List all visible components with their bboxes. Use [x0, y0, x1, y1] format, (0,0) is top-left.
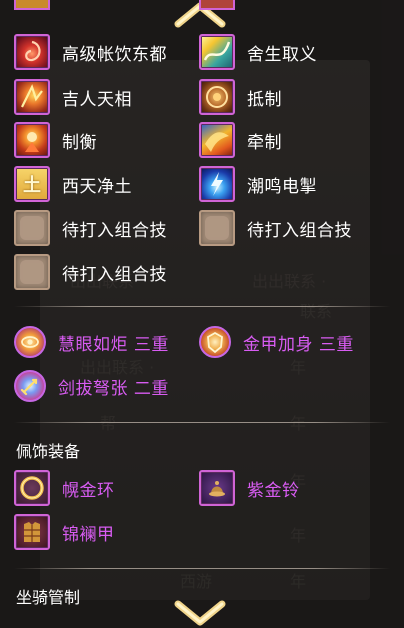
- skill-label: 待打入组合技: [62, 264, 167, 285]
- skill-item[interactable]: 吉人天相: [14, 77, 132, 117]
- partial-skill-icon: [14, 0, 50, 10]
- skill-item[interactable]: 潮鸣电掣: [199, 164, 317, 204]
- accessory-item[interactable]: 锦襕甲: [14, 512, 115, 552]
- earth-glyph: 土: [23, 175, 41, 196]
- golden-armor-orb-icon: [199, 326, 231, 358]
- skill-item[interactable]: 抵制: [199, 77, 282, 117]
- skill-label: 待打入组合技: [247, 220, 352, 241]
- fire-creature-icon: [14, 79, 50, 115]
- buff-item[interactable]: 剑拔弩张 二重: [14, 366, 169, 406]
- empty-slot-icon: [14, 210, 50, 246]
- buff-item[interactable]: 慧眼如炬 三重: [14, 322, 169, 362]
- skill-label: 制衡: [62, 132, 97, 153]
- combo-skill-panel: 高级帐饮东都 舍生取义 吉人天相 抵制 制衡 牵制 土 西天净土 潮鸣电掣 待打…: [0, 0, 404, 628]
- skill-label: 牵制: [247, 132, 282, 153]
- skill-label: 西天净土: [62, 176, 132, 197]
- sword-orb-icon: [14, 370, 46, 402]
- buff-label: 剑拔弩张 二重: [58, 378, 169, 399]
- golden-wave-icon: [199, 34, 235, 70]
- skill-label: 抵制: [247, 89, 282, 110]
- buff-item[interactable]: 金甲加身 三重: [199, 322, 354, 362]
- skill-item[interactable]: 土 西天净土: [14, 164, 132, 204]
- empty-slot-icon: [14, 254, 50, 290]
- gold-ring-icon: [14, 470, 50, 506]
- accessory-label: 紫金铃: [247, 480, 300, 501]
- phoenix-icon: [199, 122, 235, 158]
- skill-item[interactable]: 制衡: [14, 120, 97, 160]
- flame-warrior-icon: [14, 122, 50, 158]
- scroll-down-chevron-icon[interactable]: [172, 598, 228, 628]
- purple-bell-icon: [199, 470, 235, 506]
- bronze-shield-icon: [199, 79, 235, 115]
- mount-title: 坐骑管制: [16, 588, 81, 607]
- partial-skill-icon: [199, 0, 235, 10]
- buff-label: 金甲加身 三重: [243, 334, 354, 355]
- crimson-swirl-icon: [14, 34, 50, 70]
- accessory-item[interactable]: 紫金铃: [199, 468, 300, 508]
- skill-label: 高级帐饮东都: [62, 44, 167, 65]
- skill-item[interactable]: 高级帐饮东都: [14, 32, 167, 72]
- skill-slot-empty[interactable]: 待打入组合技: [14, 252, 167, 292]
- skill-item[interactable]: 舍生取义: [199, 32, 317, 72]
- skill-label: 待打入组合技: [62, 220, 167, 241]
- empty-slot-icon: [199, 210, 235, 246]
- accessory-label: 锦襕甲: [62, 524, 115, 545]
- skill-slot-empty[interactable]: 待打入组合技: [199, 208, 352, 248]
- skill-label: 舍生取义: [247, 44, 317, 65]
- section-divider: [14, 306, 390, 307]
- skill-label: 吉人天相: [62, 89, 132, 110]
- section-divider: [14, 568, 390, 569]
- accessory-label: 幌金环: [62, 480, 115, 501]
- buff-label: 慧眼如炬 三重: [58, 334, 169, 355]
- eye-orb-icon: [14, 326, 46, 358]
- accessories-title: 佩饰装备: [16, 442, 81, 461]
- section-divider: [14, 422, 390, 423]
- accessory-item[interactable]: 幌金环: [14, 468, 115, 508]
- brocade-armor-icon: [14, 514, 50, 550]
- skill-slot-empty[interactable]: 待打入组合技: [14, 208, 167, 248]
- skill-label: 潮鸣电掣: [247, 176, 317, 197]
- skill-item[interactable]: 牵制: [199, 120, 282, 160]
- earth-tile-icon: 土: [14, 166, 50, 202]
- blue-lightning-icon: [199, 166, 235, 202]
